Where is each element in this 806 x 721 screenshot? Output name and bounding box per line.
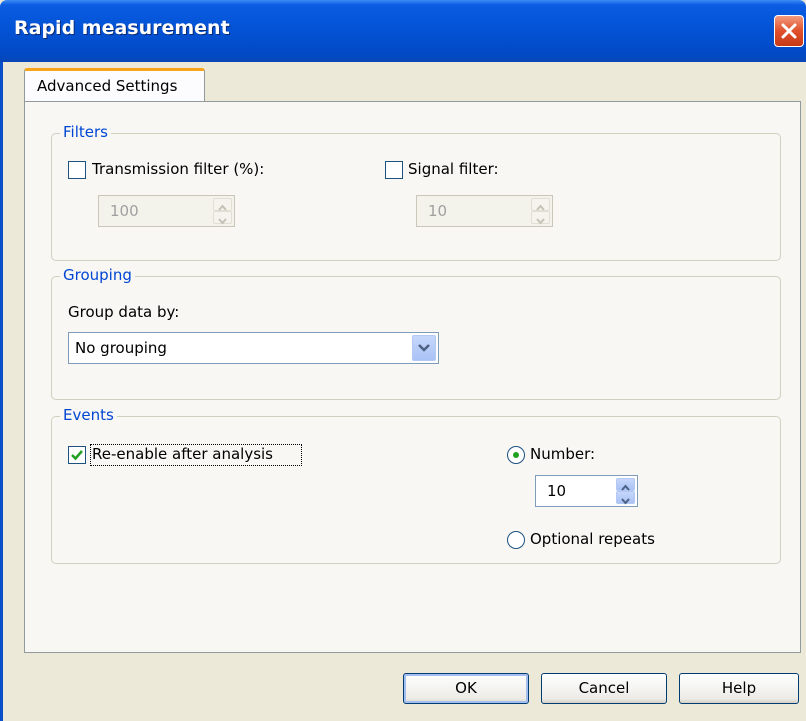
spin-up-button[interactable] [213, 198, 232, 211]
chevron-down-icon [418, 344, 430, 352]
spin-up-button[interactable] [531, 198, 550, 211]
transmission-filter-spinner[interactable]: 100 [98, 195, 235, 227]
signal-filter-spinner[interactable]: 10 [416, 195, 553, 227]
number-label: Number: [530, 445, 596, 463]
spin-down-button[interactable] [531, 211, 550, 225]
help-button[interactable]: Help [679, 673, 799, 704]
number-spinner[interactable]: 10 [535, 475, 638, 507]
spin-up-button[interactable] [616, 478, 635, 491]
group-by-select[interactable]: No grouping [68, 332, 439, 364]
signal-filter-label: Signal filter: [408, 160, 499, 178]
transmission-filter-label: Transmission filter (%): [92, 160, 265, 178]
spin-down-icon [621, 498, 630, 505]
cancel-button[interactable]: Cancel [541, 673, 667, 704]
spin-down-button[interactable] [213, 211, 232, 225]
transmission-filter-checkbox[interactable] [68, 161, 86, 179]
signal-filter-value: 10 [428, 202, 448, 220]
spin-down-icon [218, 218, 227, 225]
tab-label: Advanced Settings [37, 77, 178, 95]
group-by-label: Group data by: [68, 303, 180, 321]
reenable-label: Re-enable after analysis [92, 445, 273, 463]
grouping-group: Grouping Group data by: No grouping [51, 266, 781, 400]
spin-down-button[interactable] [616, 491, 635, 505]
tab-advanced-settings[interactable]: Advanced Settings [24, 68, 205, 102]
window-title: Rapid measurement [14, 17, 230, 39]
group-by-value: No grouping [75, 339, 167, 357]
group-by-dropdown-button[interactable] [412, 335, 436, 361]
window-border [0, 62, 3, 721]
number-radio[interactable] [507, 446, 525, 464]
spin-down-icon [536, 218, 545, 225]
optional-repeats-radio[interactable] [507, 531, 525, 549]
number-value: 10 [547, 482, 567, 500]
filters-legend: Filters [60, 123, 111, 141]
close-button[interactable] [774, 15, 804, 47]
events-legend: Events [60, 406, 117, 424]
checkmark-icon [71, 450, 83, 461]
reenable-checkbox[interactable] [68, 446, 86, 464]
signal-filter-checkbox[interactable] [385, 161, 403, 179]
optional-repeats-label: Optional repeats [530, 530, 655, 548]
close-icon [781, 23, 797, 39]
filters-group: Filters Transmission filter (%): 100 Sig… [51, 123, 781, 261]
transmission-filter-value: 100 [110, 202, 139, 220]
radio-selected-dot [513, 452, 519, 458]
ok-button[interactable]: OK [403, 673, 529, 704]
tab-panel: Filters Transmission filter (%): 100 Sig… [24, 101, 801, 653]
events-group: Events Re-enable after analysis Number: … [51, 406, 781, 564]
grouping-legend: Grouping [60, 266, 135, 284]
title-bar[interactable]: Rapid measurement [0, 0, 806, 62]
